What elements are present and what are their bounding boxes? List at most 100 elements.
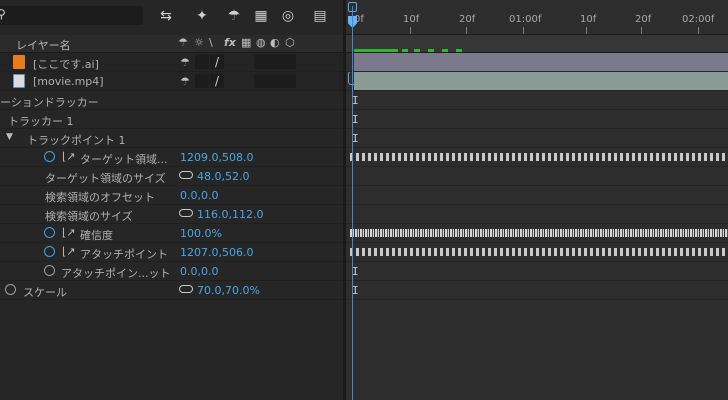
tick-label: 02:00f — [682, 14, 715, 25]
keyframes[interactable] — [350, 229, 728, 237]
render-progress — [354, 49, 398, 52]
layer-panel: ⚲ ⇆ ✦ ☂ ▦ ◎ ▤ レイヤー名 ☂ ☼ \ fx ▦ ◍ ◐ ⬡ [ここ… — [0, 0, 343, 400]
switch-box[interactable] — [254, 55, 268, 69]
property-value[interactable]: 100.0% — [180, 227, 222, 240]
shy-switch-icon[interactable]: ☂ — [180, 75, 190, 88]
keyframes[interactable] — [350, 153, 728, 161]
render-progress — [456, 49, 462, 52]
search-icon: ⚲ — [0, 7, 6, 21]
twirl-down-icon[interactable]: ▼ — [6, 132, 13, 142]
property-label[interactable]: トラックポイント 1 — [27, 132, 126, 148]
property-row[interactable]: 検索領域のオフセット 0.0,0.0 — [0, 186, 343, 205]
stopwatch-icon[interactable] — [44, 151, 55, 162]
property-value[interactable]: 48.0,52.0 — [197, 170, 249, 183]
layer-duration-bar[interactable] — [354, 53, 728, 71]
property-row[interactable]: アタッチポイン...ット 0.0,0.0 — [0, 262, 343, 281]
property-value[interactable]: 0.0,0.0 — [180, 189, 218, 202]
graph-editor-icon[interactable]: ▤ — [311, 8, 329, 24]
property-value[interactable]: 116.0,112.0 — [197, 208, 263, 221]
property-label[interactable]: 確信度 — [80, 227, 113, 243]
stopwatch-icon[interactable] — [44, 246, 55, 257]
property-label[interactable]: ターゲット領域のサイズ — [45, 170, 166, 186]
tick-mark — [410, 27, 411, 34]
track-row: I — [346, 281, 728, 300]
property-label[interactable]: トラッカー 1 — [8, 113, 74, 129]
render-progress — [402, 49, 408, 52]
property-row[interactable]: ▼ トラックポイント 1 — [0, 129, 343, 148]
search-input[interactable]: ⚲ — [0, 6, 143, 25]
quality-switch[interactable]: / — [210, 74, 224, 88]
property-row[interactable]: ターゲット領域のサイズ 48.0,52.0 — [0, 167, 343, 186]
graph-icon[interactable]: ⌊↗ — [62, 245, 76, 258]
time-ruler[interactable]: 0f 10f 20f 01:00f 10f 20f 02:00f — [346, 0, 728, 35]
tick-label: 10f — [580, 14, 597, 25]
movie-file-icon — [13, 74, 25, 88]
sun-icon: ☼ — [194, 36, 204, 49]
track-row — [346, 205, 728, 224]
property-label[interactable]: ーションドラッカー — [0, 94, 99, 110]
comp-flow-icon[interactable]: ⇆ — [157, 8, 175, 24]
switch-box[interactable] — [268, 74, 282, 88]
quality-switch[interactable]: / — [210, 55, 224, 69]
constrain-link-icon[interactable] — [179, 285, 193, 293]
constrain-link-icon[interactable] — [179, 171, 193, 179]
tick-mark — [641, 27, 642, 34]
switch-box[interactable] — [195, 74, 209, 88]
graph-icon[interactable]: ⌊↗ — [62, 226, 76, 239]
frame-blend-header-icon: ▦ — [241, 36, 252, 49]
property-label[interactable]: アタッチポイン...ット — [61, 265, 171, 281]
frame-blending-icon[interactable]: ▦ — [252, 8, 270, 24]
switch-box[interactable] — [254, 74, 268, 88]
track-row — [346, 186, 728, 205]
3d-cube-icon: ⬡ — [285, 36, 295, 49]
layer-name[interactable]: [ここです.ai] — [33, 56, 99, 72]
property-label[interactable]: 検索領域のサイズ — [45, 208, 133, 224]
switch-box[interactable] — [282, 74, 296, 88]
property-row[interactable]: ーションドラッカー — [0, 91, 343, 110]
property-row[interactable]: 検索領域のサイズ 116.0,112.0 — [0, 205, 343, 224]
property-row[interactable]: スケール 70.0,70.0% — [0, 281, 343, 300]
tick-label: 20f — [459, 14, 476, 25]
graph-icon[interactable]: ⌊↗ — [62, 150, 76, 163]
motion-blur-icon[interactable]: ◎ — [279, 8, 297, 24]
layer-duration-bar[interactable] — [354, 72, 728, 90]
property-row[interactable]: ⌊↗ アタッチポイント 1207.0,506.0 — [0, 243, 343, 262]
switch-box[interactable] — [268, 55, 282, 69]
property-label[interactable]: アタッチポイント — [80, 246, 168, 262]
property-value[interactable]: 0.0,0.0 — [180, 265, 218, 278]
track-row — [346, 243, 728, 262]
layer-row[interactable]: [movie.mp4] ☂ / — [0, 72, 343, 91]
layer-duration-row[interactable] — [346, 53, 728, 72]
tick-mark — [466, 27, 467, 34]
playhead-line[interactable] — [352, 6, 353, 400]
stopwatch-icon[interactable] — [44, 265, 55, 276]
stopwatch-icon[interactable] — [5, 284, 16, 295]
property-value[interactable]: 70.0,70.0% — [197, 284, 260, 297]
stopwatch-icon[interactable] — [44, 227, 55, 238]
property-label[interactable]: ターゲット領域... — [80, 151, 168, 167]
layer-duration-row[interactable] — [346, 72, 728, 91]
track-row: I — [346, 262, 728, 281]
shy-switch-icon[interactable]: ☂ — [180, 56, 190, 69]
shy-icon[interactable]: ☂ — [225, 8, 243, 24]
property-value[interactable]: 1209.0,508.0 — [180, 151, 253, 164]
track-row: I — [346, 129, 728, 148]
shy-header-icon: ☂ — [178, 36, 188, 49]
keyframes[interactable] — [350, 248, 728, 256]
property-row[interactable]: ⌊↗ 確信度 100.0% — [0, 224, 343, 243]
property-row[interactable]: トラッカー 1 — [0, 110, 343, 129]
property-row[interactable]: ⌊↗ ターゲット領域... 1209.0,508.0 — [0, 148, 343, 167]
switch-box[interactable] — [282, 55, 296, 69]
render-progress — [428, 49, 434, 52]
layer-name-header[interactable]: レイヤー名 — [16, 37, 71, 53]
track-row — [346, 148, 728, 167]
property-label[interactable]: スケール — [23, 284, 67, 300]
layer-name[interactable]: [movie.mp4] — [33, 75, 104, 88]
property-value[interactable]: 1207.0,506.0 — [180, 246, 253, 259]
column-header: レイヤー名 ☂ ☼ \ fx ▦ ◍ ◐ ⬡ — [0, 35, 343, 53]
switch-box[interactable] — [195, 55, 209, 69]
draft-3d-icon[interactable]: ✦ — [193, 8, 211, 24]
property-label[interactable]: 検索領域のオフセット — [45, 189, 155, 205]
constrain-link-icon[interactable] — [179, 209, 193, 217]
layer-row[interactable]: [ここです.ai] ☂ / — [0, 53, 343, 72]
